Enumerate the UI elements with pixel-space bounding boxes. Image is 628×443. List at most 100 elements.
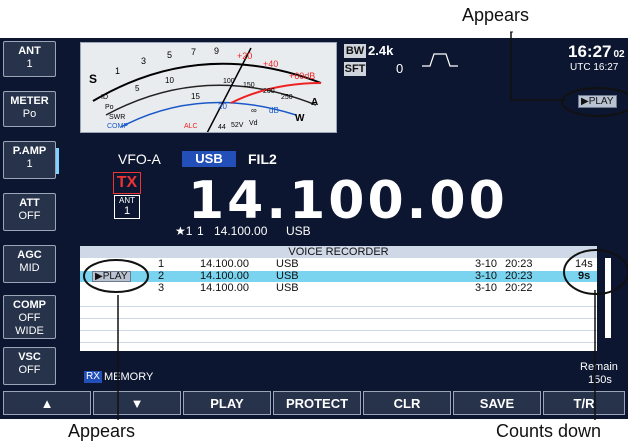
list-item[interactable]: 3 14.100.00 USB 3-10 20:22 xyxy=(80,283,597,294)
save-button[interactable]: SAVE xyxy=(453,391,541,415)
row-date: 3-10 xyxy=(475,282,498,294)
row-date: 3-10 xyxy=(475,270,498,282)
sub-star: ★1 xyxy=(175,224,193,238)
row-frequency: 14.100.00 xyxy=(200,270,249,282)
agc-button-title: AGC xyxy=(17,249,42,261)
list-item-selected[interactable]: ▶PLAY 2 14.100.00 USB 3-10 20:23 9s xyxy=(80,271,597,282)
remain-value: 150s xyxy=(588,374,612,386)
ant-button[interactable]: ANT 1 xyxy=(3,41,56,77)
pamp-button[interactable]: P.AMP 1 xyxy=(3,141,59,179)
down-button[interactable]: ▼ xyxy=(93,391,181,415)
pamp-button-title: P.AMP xyxy=(12,145,47,157)
radio-display: ANT 1 METER Po P.AMP 1 ATT OFF AGC MID C… xyxy=(0,38,628,419)
meter-vd-label: Vd xyxy=(249,120,258,127)
meter-s-tick-1: 1 xyxy=(115,66,120,76)
meter-db-small: dB xyxy=(269,106,279,115)
clock-time: 16:27 xyxy=(568,42,612,61)
meter-tick-44: 44 xyxy=(218,124,226,131)
comp-button[interactable]: COMP OFF WIDE xyxy=(3,295,56,339)
callout-counts-down: Counts down xyxy=(496,421,602,441)
pamp-indicator xyxy=(56,148,59,174)
meter-w-label: W xyxy=(295,113,305,124)
att-button[interactable]: ATT OFF xyxy=(3,193,56,231)
row-mode: USB xyxy=(276,258,299,270)
vsc-button[interactable]: VSC OFF xyxy=(3,347,56,385)
meter-s-tick-7: 7 xyxy=(191,47,196,57)
list-scrollbar[interactable] xyxy=(605,258,611,338)
row-time: 20:22 xyxy=(505,282,533,294)
multi-meter: S 1 3 5 7 9 +20 +40 +60dB A W ID Po SWR … xyxy=(80,42,337,133)
meter-tick-150: 150 xyxy=(243,82,255,89)
utc-clock: UTC 16:27 xyxy=(570,62,619,73)
meter-plus40: +40 xyxy=(263,59,278,69)
row-duration: 14s xyxy=(575,258,593,270)
meter-swr-label: SWR xyxy=(109,114,125,121)
rx-badge: RX xyxy=(84,371,102,383)
meter-inf: ∞ xyxy=(251,106,257,115)
filter-label: FIL2 xyxy=(248,151,277,167)
meter-alc-label: ALC xyxy=(184,123,198,130)
tr-button[interactable]: T/R xyxy=(543,391,625,415)
tx-indicator: TX xyxy=(113,172,141,194)
callout-appears-bottom: Appears xyxy=(68,421,136,441)
meter-button[interactable]: METER Po xyxy=(3,91,56,127)
row-duration: 9s xyxy=(578,270,591,282)
sub-frequency: 14.100.00 xyxy=(214,224,268,238)
empty-rows xyxy=(80,295,597,343)
row-frequency: 14.100.00 xyxy=(200,258,249,270)
mode-badge: USB xyxy=(182,151,236,167)
sft-value: 0 xyxy=(396,61,404,76)
meter-s-tick-9: 9 xyxy=(214,46,219,56)
meter-a-label: A xyxy=(311,97,318,108)
row-number: 1 xyxy=(158,258,165,270)
list-item[interactable]: 1 14.100.00 USB 3-10 20:23 14s xyxy=(80,259,597,270)
att-button-value: OFF xyxy=(18,210,41,222)
meter-s-label: S xyxy=(89,72,97,86)
row-number: 3 xyxy=(158,282,165,294)
meter-s-tick-3: 3 xyxy=(141,56,146,66)
vsc-button-value: OFF xyxy=(18,364,41,376)
row-mode: USB xyxy=(276,282,299,294)
row-frequency: 14.100.00 xyxy=(200,282,249,294)
meter-button-value: Po xyxy=(22,108,37,120)
ant-indicator: ANT 1 xyxy=(114,195,140,219)
protect-button[interactable]: PROTECT xyxy=(273,391,361,415)
att-button-title: ATT xyxy=(19,197,40,209)
remain-label: Remain xyxy=(580,361,618,373)
sub-mode: USB xyxy=(286,224,311,238)
meter-tick-10: 10 xyxy=(165,76,174,85)
meter-tick-250: 250 xyxy=(281,94,293,101)
comp-button-value2: WIDE xyxy=(15,325,44,337)
meter-plus60: +60dB xyxy=(289,71,315,81)
bw-label: BW xyxy=(344,44,366,58)
voice-recorder-title: VOICE RECORDER xyxy=(80,246,597,258)
meter-button-title: METER xyxy=(10,95,49,107)
ant-button-title: ANT xyxy=(18,45,41,57)
bw-value: 2.4k xyxy=(368,43,394,58)
comp-button-value: OFF xyxy=(18,312,41,324)
ant-button-value: 1 xyxy=(26,58,33,70)
meter-tick-52v: 52V xyxy=(231,122,244,129)
meter-tick-5: 5 xyxy=(135,84,140,93)
main-frequency: 14.100.00 xyxy=(188,171,508,231)
pamp-button-value: 1 xyxy=(26,158,33,170)
up-button[interactable]: ▲ xyxy=(3,391,91,415)
sft-label: SFT xyxy=(344,62,366,76)
meter-id-label: ID xyxy=(101,94,108,101)
meter-tick-20: 20 xyxy=(218,102,227,111)
row-number: 2 xyxy=(158,270,165,282)
agc-button[interactable]: AGC MID xyxy=(3,245,56,283)
clr-button[interactable]: CLR xyxy=(363,391,451,415)
clock: 16:27 02 xyxy=(568,42,625,62)
meter-comp-label: COMP xyxy=(107,123,128,130)
meter-s-tick-5: 5 xyxy=(167,50,172,60)
play-button[interactable]: PLAY xyxy=(183,391,271,415)
callout-appears-top: Appears xyxy=(462,5,530,25)
row-date: 3-10 xyxy=(475,258,498,270)
row-time: 20:23 xyxy=(505,270,533,282)
meter-tick-200: 200 xyxy=(263,88,275,95)
memory-label: MEMORY xyxy=(104,371,154,383)
meter-scale: S 1 3 5 7 9 +20 +40 +60dB A W ID Po SWR … xyxy=(89,46,322,132)
vfo-label: VFO-A xyxy=(118,151,161,167)
comp-button-title: COMP xyxy=(13,299,46,311)
